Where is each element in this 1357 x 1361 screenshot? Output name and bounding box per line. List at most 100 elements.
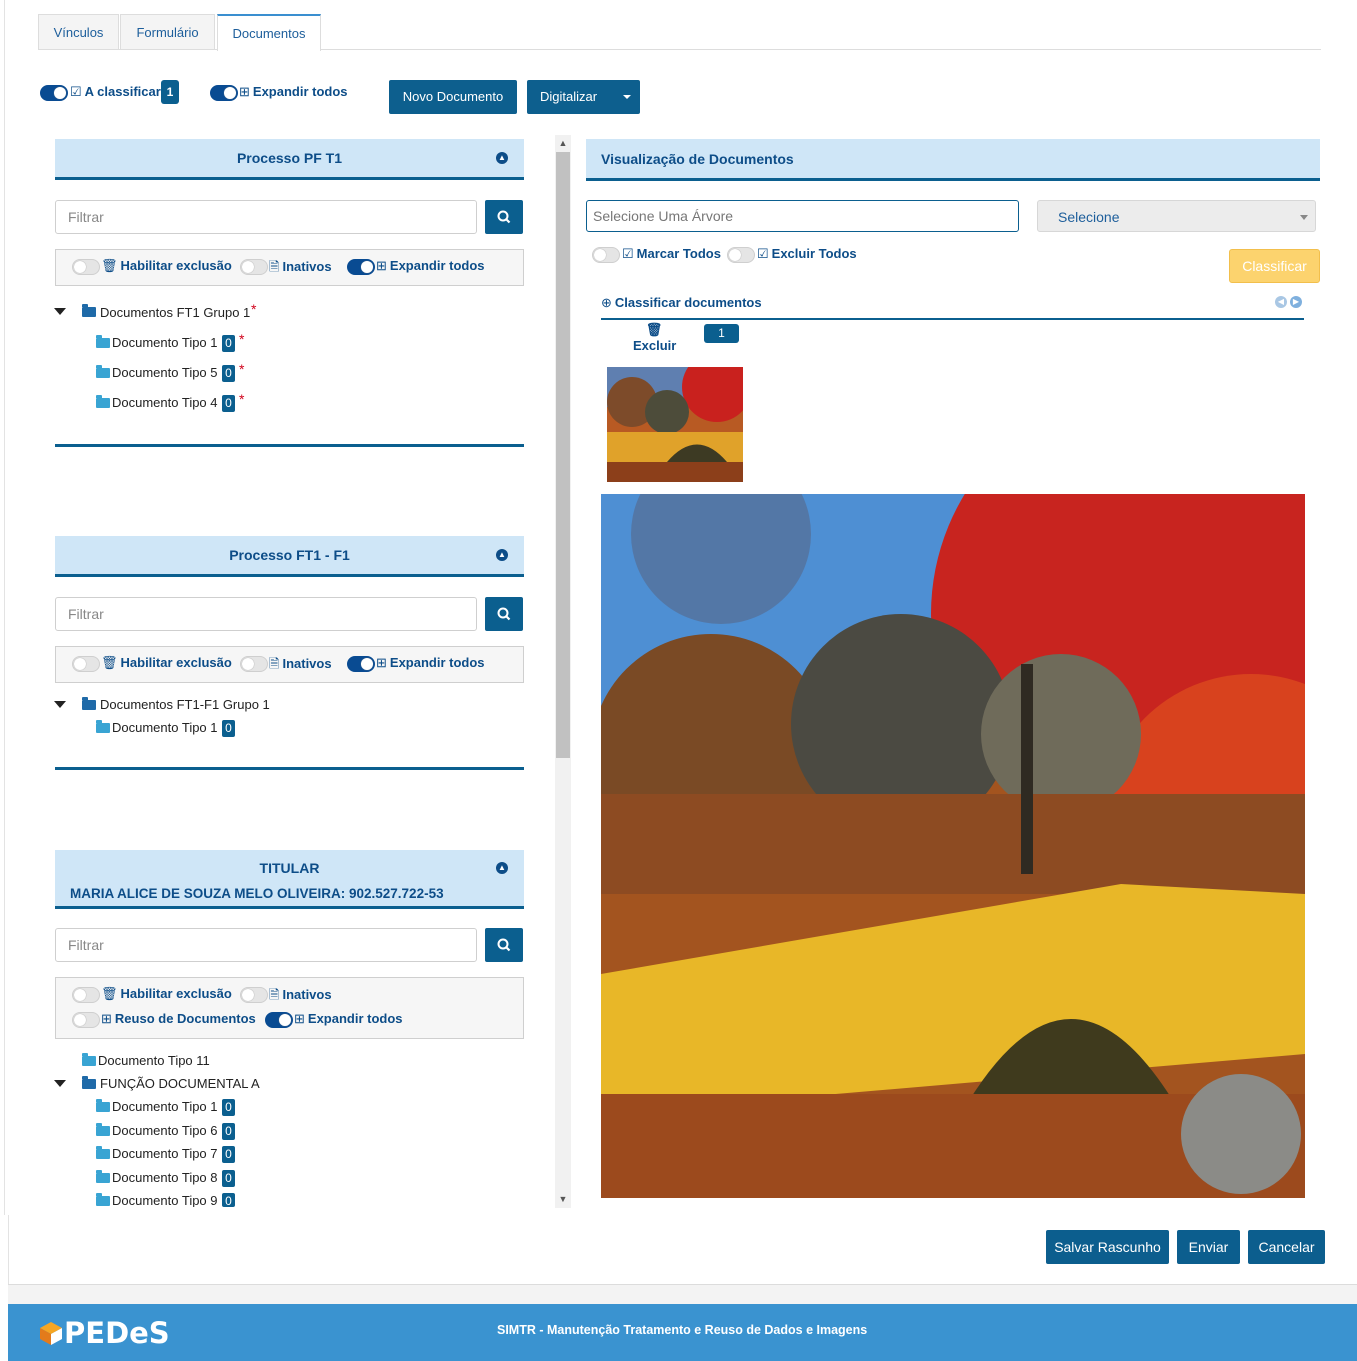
- tree-group[interactable]: Documentos FT1 Grupo 1: [100, 305, 250, 320]
- viewer-header: Visualização de Documentos: [586, 139, 1320, 181]
- tree-item[interactable]: Documento Tipo 6: [112, 1123, 218, 1138]
- inativos-label: 🗎 Inativos: [269, 655, 332, 677]
- count-badge: 0: [222, 365, 235, 382]
- titular-name: MARIA ALICE DE SOUZA MELO OLIVEIRA: 902.…: [70, 886, 444, 901]
- page-number-badge: 1: [704, 324, 739, 343]
- folder-icon: [96, 335, 110, 348]
- search-icon: [497, 938, 511, 952]
- tree-group[interactable]: FUNÇÃO DOCUMENTAL A: [100, 1076, 260, 1091]
- panel-header-processo-pf-t1[interactable]: Processo PF T1 ▲: [55, 139, 524, 180]
- excluir-todos-label: ☑ Excluir Todos: [757, 246, 857, 261]
- tab-vinculos[interactable]: Vínculos: [38, 14, 119, 49]
- salvar-rascunho-button[interactable]: Salvar Rascunho: [1046, 1230, 1169, 1264]
- tree-item[interactable]: Documento Tipo 8: [112, 1170, 218, 1185]
- classificar-documentos-label[interactable]: ⊕ Classificar documentos: [601, 295, 762, 311]
- reuso-documentos-toggle[interactable]: [72, 1012, 100, 1028]
- folder-icon: [96, 395, 110, 408]
- inativos-toggle[interactable]: [240, 259, 268, 275]
- scroll-up-icon[interactable]: ▲: [555, 136, 571, 150]
- chevron-up-circle-icon[interactable]: ▲: [496, 549, 508, 561]
- filter-input[interactable]: Filtrar: [55, 597, 477, 631]
- folder-open-icon: [82, 1076, 96, 1089]
- cancelar-button[interactable]: Cancelar: [1248, 1230, 1325, 1264]
- filter-input[interactable]: Filtrar: [55, 200, 477, 234]
- tree-item[interactable]: Documento Tipo 1: [112, 335, 218, 350]
- a-classificar-count-badge: 1: [161, 80, 179, 104]
- plus-square-icon: ⊞: [239, 84, 250, 99]
- panel-title: TITULAR: [259, 860, 320, 876]
- classification-select[interactable]: Selecione: [1037, 200, 1316, 232]
- marcar-todos-label: ☑ Marcar Todos: [622, 246, 721, 261]
- tab-documentos[interactable]: Documentos: [217, 14, 321, 51]
- tree-item[interactable]: Documento Tipo 11: [98, 1053, 210, 1068]
- a-classificar-toggle[interactable]: [40, 85, 68, 101]
- habilitar-exclusao-toggle[interactable]: [72, 987, 100, 1003]
- a-classificar-label: ☑ A classificar: [70, 84, 161, 99]
- next-circle-icon[interactable]: ▶: [1290, 296, 1302, 308]
- chevron-up-circle-icon[interactable]: ▲: [496, 152, 508, 164]
- inativos-toggle[interactable]: [240, 656, 268, 672]
- trash-icon: 🗑: [101, 986, 118, 1001]
- prev-circle-icon[interactable]: ◀: [1275, 296, 1287, 308]
- folder-icon: [82, 1053, 96, 1066]
- tree-item[interactable]: Documento Tipo 4: [112, 395, 218, 410]
- search-button[interactable]: [485, 928, 523, 962]
- expandir-todos-toggle[interactable]: [210, 85, 238, 101]
- caret-down-icon: [623, 95, 631, 99]
- caret-down-icon[interactable]: [54, 1080, 66, 1087]
- chevron-up-circle-icon[interactable]: ▲: [496, 862, 508, 874]
- filter-input[interactable]: Filtrar: [55, 928, 477, 962]
- folder-icon: [96, 1170, 110, 1183]
- cube-logo-icon: [40, 1322, 62, 1345]
- tree-select-input[interactable]: Selecione Uma Árvore: [586, 200, 1019, 232]
- file-text-icon: 🗎: [269, 656, 280, 671]
- document-preview-image[interactable]: [601, 494, 1305, 1198]
- novo-documento-button[interactable]: Novo Documento: [389, 80, 517, 114]
- enviar-button[interactable]: Enviar: [1177, 1230, 1240, 1264]
- tree-item[interactable]: Documento Tipo 9: [112, 1193, 218, 1207]
- habilitar-exclusao-toggle[interactable]: [72, 259, 100, 275]
- panel-header-titular[interactable]: TITULAR MARIA ALICE DE SOUZA MELO OLIVEI…: [55, 850, 524, 909]
- expandir-todos-toggle[interactable]: [347, 656, 375, 672]
- tab-bar: Vínculos Formulário Documentos: [38, 14, 1321, 51]
- viewer-title: Visualização de Documentos: [601, 151, 794, 167]
- check-square-icon: ☑: [622, 246, 634, 261]
- document-thumbnail[interactable]: [607, 367, 743, 482]
- expandir-todos-toggle[interactable]: [265, 1012, 293, 1028]
- caret-down-icon[interactable]: [54, 308, 66, 315]
- tab-formulario[interactable]: Formulário: [120, 14, 215, 49]
- habilitar-exclusao-label: 🗑 Habilitar exclusão: [101, 258, 232, 273]
- count-badge: 0: [222, 1099, 235, 1116]
- scrollbar-thumb[interactable]: [556, 152, 570, 758]
- tree-group[interactable]: Documentos FT1-F1 Grupo 1: [100, 697, 270, 712]
- thumbnail-image: [607, 367, 743, 482]
- search-button[interactable]: [485, 200, 523, 234]
- inativos-toggle[interactable]: [240, 987, 268, 1003]
- tree-item[interactable]: Documento Tipo 5: [112, 365, 218, 380]
- tree-item[interactable]: Documento Tipo 1: [112, 1099, 218, 1114]
- caret-down-icon[interactable]: [54, 701, 66, 708]
- count-badge: 0: [222, 395, 235, 412]
- folder-icon: [96, 1146, 110, 1159]
- habilitar-exclusao-label: 🗑 Habilitar exclusão: [101, 655, 232, 670]
- count-badge: 0: [222, 720, 235, 737]
- excluir-todos-toggle[interactable]: [727, 247, 755, 263]
- tree-item[interactable]: Documento Tipo 1: [112, 720, 218, 735]
- file-text-icon: 🗎: [269, 987, 280, 1002]
- tree-toolbar: 🗑 Habilitar exclusão 🗎 Inativos ⊞ Expandir …: [55, 249, 524, 286]
- tree-item[interactable]: Documento Tipo 7: [112, 1146, 218, 1161]
- habilitar-exclusao-toggle[interactable]: [72, 656, 100, 672]
- expandir-todos-toggle[interactable]: [347, 259, 375, 275]
- search-button[interactable]: [485, 597, 523, 631]
- check-square-icon: ☑: [757, 246, 769, 261]
- expandir-todos-label: ⊞ Expandir todos: [239, 84, 348, 99]
- classificar-button[interactable]: Classificar: [1229, 249, 1320, 283]
- digitalizar-button[interactable]: Digitalizar: [527, 80, 640, 114]
- panel-header-processo-ft1-f1[interactable]: Processo FT1 - F1 ▲: [55, 536, 524, 577]
- excluir-action[interactable]: 🗑 Excluir: [633, 322, 676, 353]
- panel-title: Processo PF T1: [236, 150, 343, 166]
- plus-square-icon: ⊞: [101, 1011, 112, 1026]
- scroll-down-icon[interactable]: ▼: [555, 1192, 571, 1206]
- marcar-todos-toggle[interactable]: [592, 247, 620, 263]
- count-badge: 0: [222, 1146, 235, 1163]
